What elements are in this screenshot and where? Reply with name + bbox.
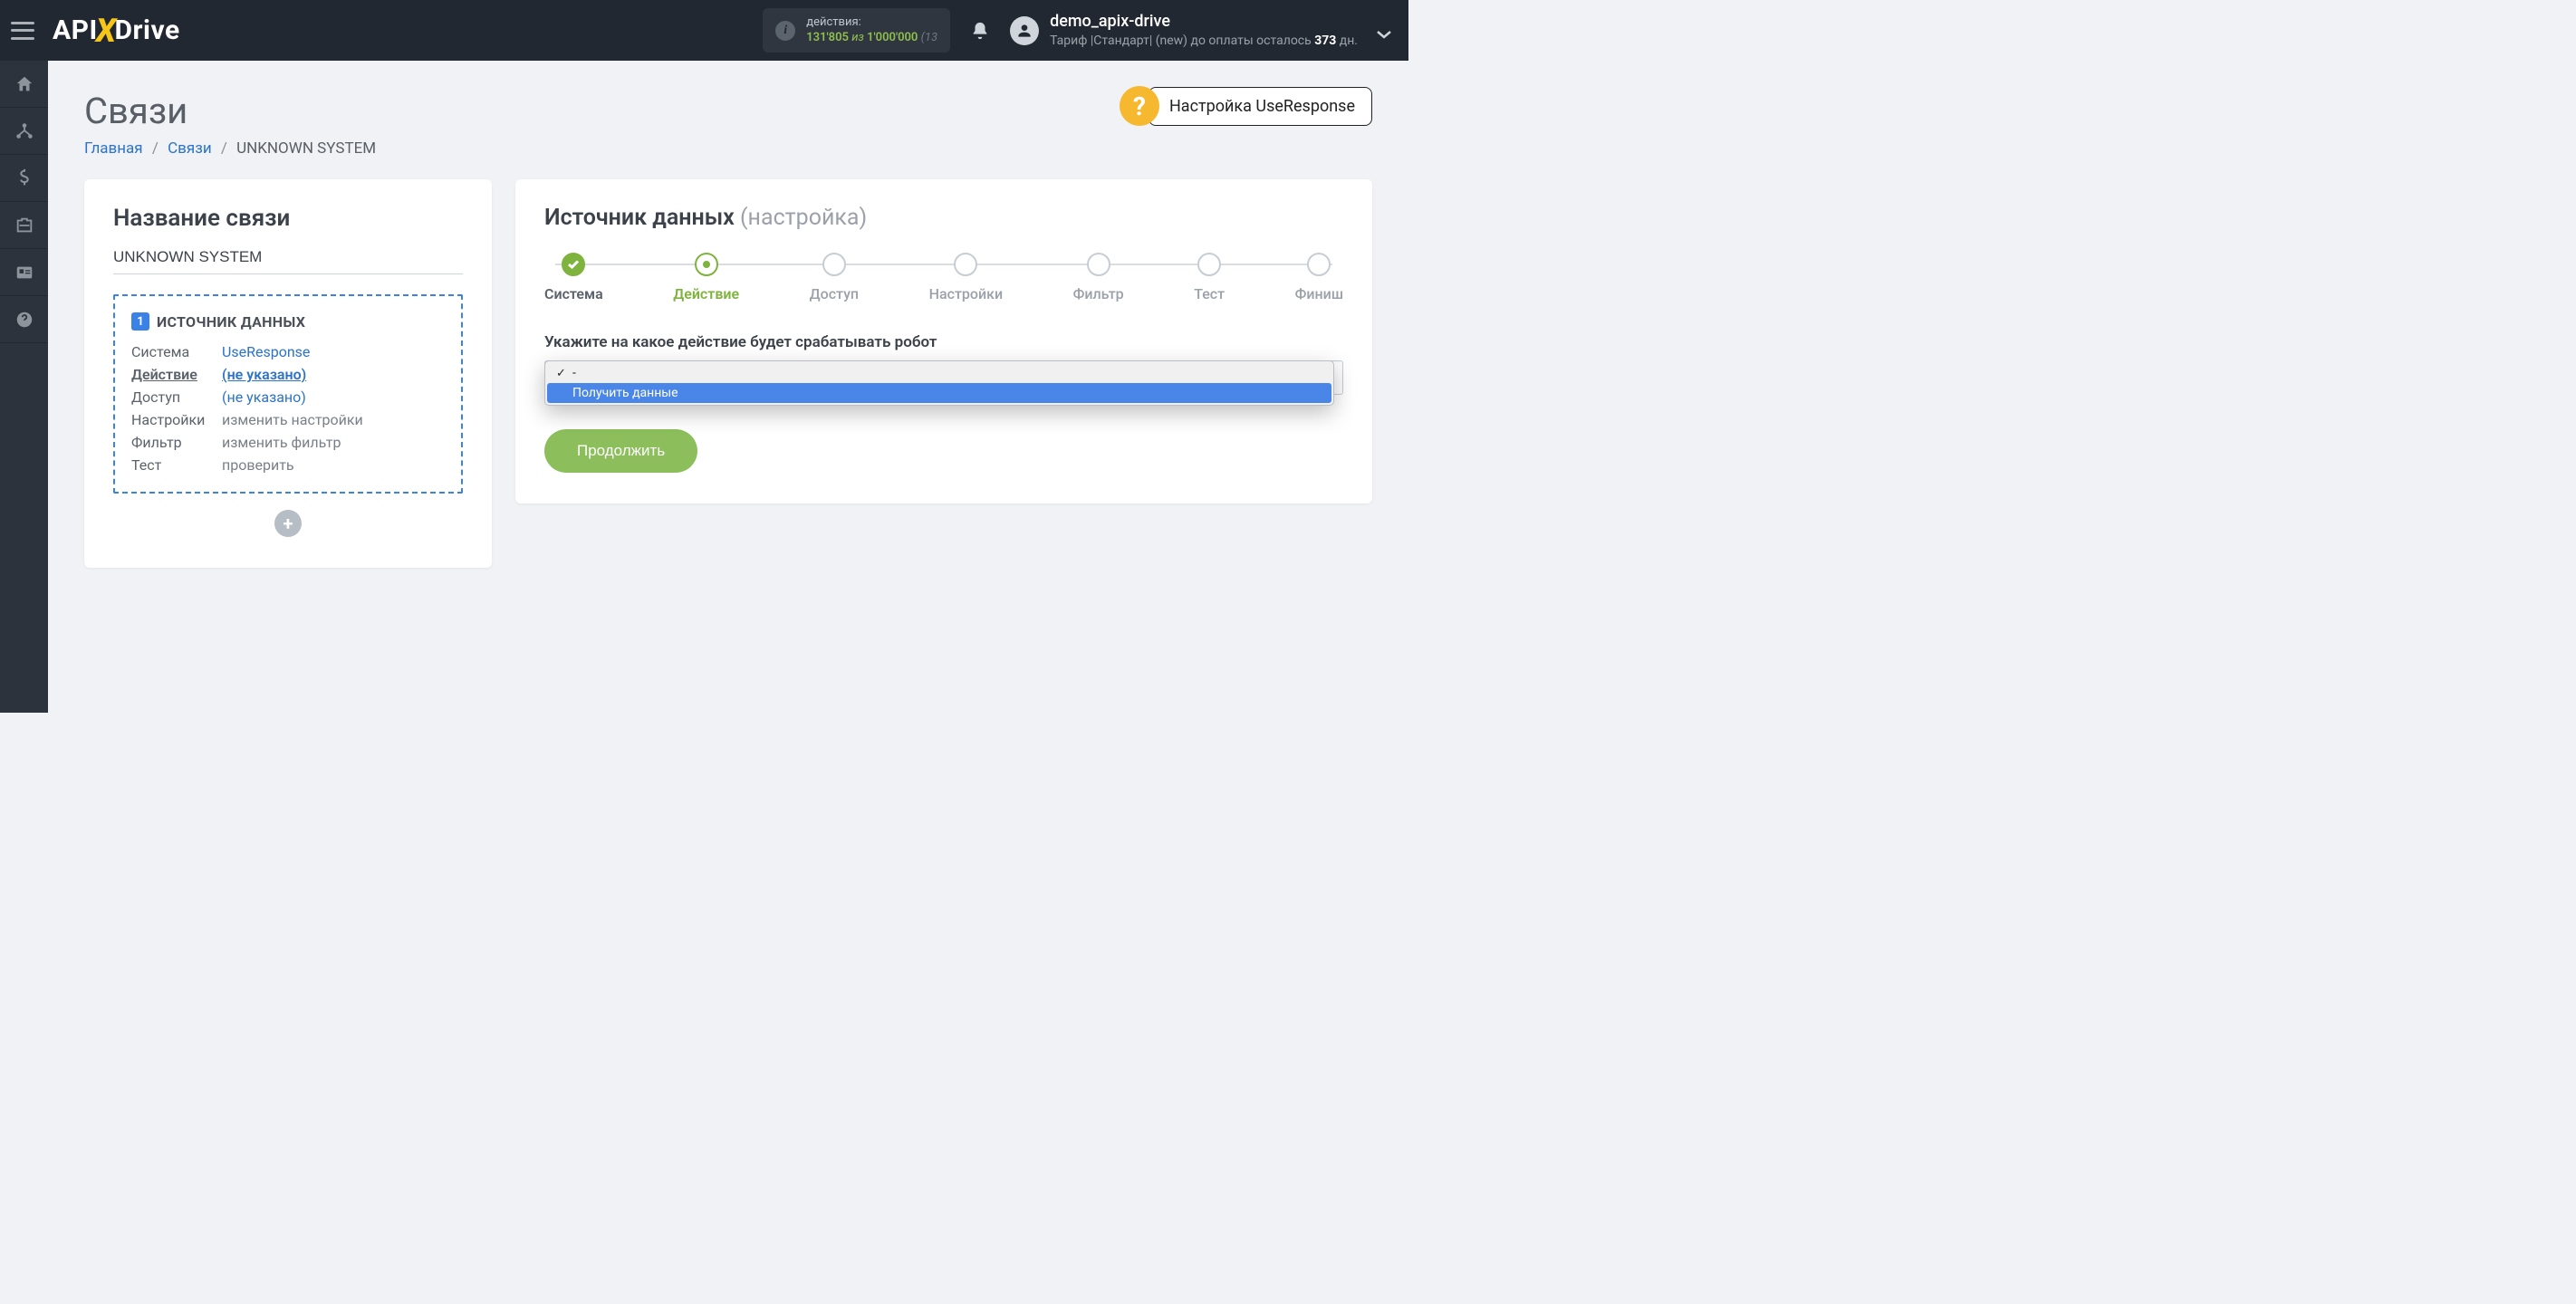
action-dropdown: ✓ - Получить данные [544, 360, 1334, 406]
data-source-config-card: Источник данных (настройка) Система Дейс… [515, 179, 1372, 503]
row-system-value[interactable]: UseResponse [222, 343, 445, 360]
dropdown-option-none[interactable]: ✓ - [547, 363, 1331, 383]
step-test[interactable]: Тест [1194, 253, 1225, 302]
breadcrumb-links[interactable]: Связи [168, 139, 212, 158]
step-filter[interactable]: Фильтр [1073, 253, 1124, 302]
connection-name-card: Название связи 1 ИСТОЧНИК ДАННЫХ Система… [84, 179, 492, 568]
help-label: Настройка UseResponse [1149, 87, 1372, 126]
dropdown-option-get-data[interactable]: Получить данные [547, 383, 1331, 403]
data-source-box: 1 ИСТОЧНИК ДАННЫХ Система UseResponse Де… [113, 294, 463, 494]
action-select[interactable]: - ✓ - Получить данные [544, 360, 1343, 395]
breadcrumb-home[interactable]: Главная [84, 139, 143, 158]
main-content: Связи Главная / Связи / UNKNOWN SYSTEM ?… [48, 61, 1408, 713]
step-settings[interactable]: Настройки [929, 253, 1003, 302]
continue-button[interactable]: Продолжить [544, 429, 697, 473]
row-settings-value[interactable]: изменить настройки [222, 411, 445, 428]
actions-usage-pill[interactable]: i действия: 131'805 из 1'000'000 (13 [763, 8, 950, 53]
connection-name-input[interactable] [113, 244, 463, 274]
sidebar-item-briefcase[interactable] [0, 202, 48, 249]
sidebar [0, 61, 48, 713]
topbar: APIXDrive i действия: 131'805 из 1'000'0… [0, 0, 1408, 61]
tariff-text: Тариф |Стандарт| (new) до оплаты осталос… [1050, 33, 1358, 50]
row-filter-label: Фильтр [131, 434, 222, 451]
logo[interactable]: APIXDrive [53, 12, 180, 50]
bell-icon[interactable] [970, 21, 990, 41]
action-select-label: Укажите на какое действие будет срабатыв… [544, 333, 1343, 351]
step-system[interactable]: Система [544, 253, 603, 302]
add-step-button[interactable]: + [274, 510, 302, 537]
row-system-label: Система [131, 343, 222, 360]
chevron-down-icon[interactable] [1376, 25, 1392, 36]
info-icon: i [775, 21, 795, 41]
check-icon: ✓ [556, 367, 567, 380]
sidebar-item-help[interactable] [0, 296, 48, 343]
config-card-title: Источник данных (настройка) [544, 205, 1343, 231]
row-settings-label: Настройки [131, 411, 222, 428]
breadcrumb-current: UNKNOWN SYSTEM [236, 139, 376, 158]
sidebar-item-billing[interactable] [0, 155, 48, 202]
row-filter-value[interactable]: изменить фильтр [222, 434, 445, 451]
user-menu[interactable]: demo_apix-drive Тариф |Стандарт| (new) д… [1010, 11, 1358, 50]
row-action-label: Действие [131, 366, 222, 383]
row-access-value[interactable]: (не указано) [222, 388, 445, 406]
row-test-label: Тест [131, 456, 222, 474]
sidebar-item-connections[interactable] [0, 108, 48, 155]
step-access[interactable]: Доступ [810, 253, 859, 302]
sidebar-item-card[interactable] [0, 249, 48, 296]
sidebar-item-home[interactable] [0, 61, 48, 108]
user-name: demo_apix-drive [1050, 11, 1358, 33]
row-access-label: Доступ [131, 388, 222, 406]
step-finish[interactable]: Финиш [1295, 253, 1343, 302]
row-action-value[interactable]: (не указано) [222, 366, 445, 383]
help-bubble[interactable]: ? Настройка UseResponse [1120, 86, 1372, 126]
connection-name-title: Название связи [113, 205, 463, 232]
help-icon: ? [1120, 86, 1159, 126]
avatar-icon [1010, 16, 1039, 45]
breadcrumb: Главная / Связи / UNKNOWN SYSTEM [84, 139, 1372, 158]
step-action[interactable]: Действие [673, 253, 739, 302]
stepper: Система Действие Доступ Настройки [544, 253, 1343, 302]
row-test-value[interactable]: проверить [222, 456, 445, 474]
box-number-badge: 1 [131, 312, 149, 331]
box-title: ИСТОЧНИК ДАННЫХ [157, 313, 305, 331]
actions-usage-text: действия: 131'805 из 1'000'000 (13 [806, 15, 937, 46]
hamburger-icon[interactable] [11, 22, 34, 40]
